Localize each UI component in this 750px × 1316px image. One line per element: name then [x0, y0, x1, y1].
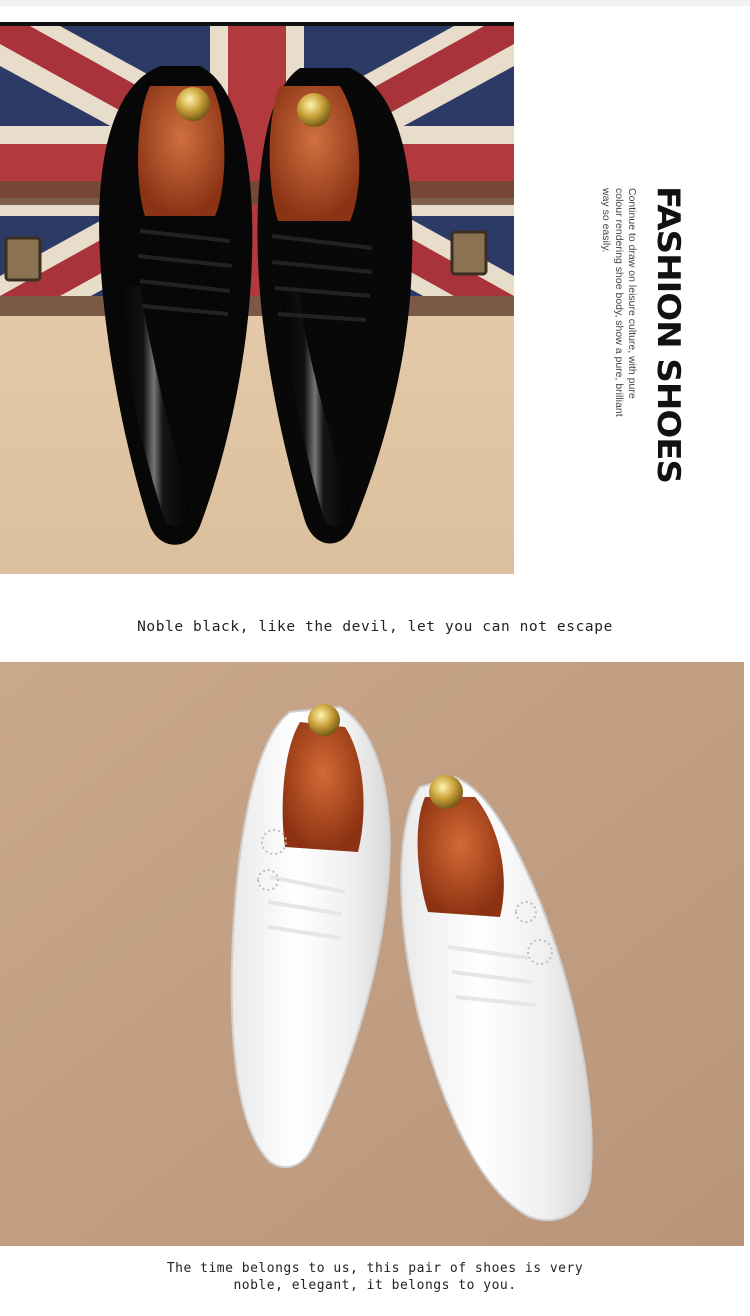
black-shoes-caption: Noble black, like the devil, let you can… [137, 619, 613, 635]
white-shoes-caption: The time belongs to us, this pair of sho… [166, 1261, 584, 1293]
feature-description: Continue to draw on leisure culture, wit… [600, 188, 638, 417]
feature-title: FASHION SHOES [649, 186, 687, 483]
black-shoes-photo [0, 26, 514, 574]
union-jack-case [0, 26, 514, 316]
top-divider [0, 0, 750, 6]
white-shoes-photo [0, 662, 744, 1246]
